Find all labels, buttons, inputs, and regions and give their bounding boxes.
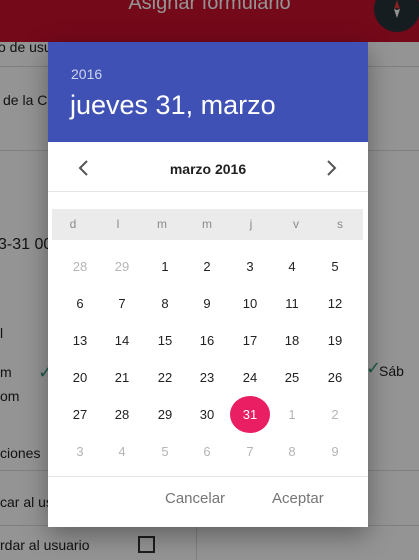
day-cell[interactable]: 2 xyxy=(315,396,355,433)
day-cell[interactable]: 7 xyxy=(102,285,142,322)
day-cell[interactable]: 29 xyxy=(102,248,142,285)
selected-year[interactable]: 2016 xyxy=(71,66,102,82)
day-cell[interactable]: 28 xyxy=(60,248,100,285)
divider xyxy=(48,191,368,192)
day-cell[interactable]: 7 xyxy=(230,433,270,470)
weekday-header: d l m m j v s xyxy=(52,209,363,240)
date-picker-header: 2016 jueves 31, marzo xyxy=(48,42,368,142)
day-number: 31 xyxy=(242,407,258,422)
day-cell[interactable]: 9 xyxy=(315,433,355,470)
day-cell[interactable]: 9 xyxy=(187,285,227,322)
day-cell[interactable]: 27 xyxy=(60,396,100,433)
selected-date-title[interactable]: jueves 31, marzo xyxy=(70,90,276,121)
day-cell[interactable]: 1 xyxy=(145,248,185,285)
accept-button[interactable]: Aceptar xyxy=(272,490,324,507)
day-cell[interactable]: 8 xyxy=(145,285,185,322)
day-cell[interactable]: 5 xyxy=(315,248,355,285)
weekday-label: j xyxy=(249,217,253,231)
day-cell[interactable]: 24 xyxy=(230,359,270,396)
weekday-label: s xyxy=(337,217,343,231)
day-cell[interactable]: 8 xyxy=(272,433,312,470)
chevron-right-icon xyxy=(327,160,337,176)
day-cell[interactable]: 19 xyxy=(315,322,355,359)
day-cell[interactable]: 23 xyxy=(187,359,227,396)
day-cell[interactable]: 3 xyxy=(60,433,100,470)
day-cell[interactable]: 11 xyxy=(272,285,312,322)
day-cell[interactable]: 10 xyxy=(230,285,270,322)
day-cell[interactable]: 6 xyxy=(187,433,227,470)
day-cell[interactable]: 6 xyxy=(60,285,100,322)
day-cell[interactable]: 29 xyxy=(145,396,185,433)
day-cell[interactable]: 13 xyxy=(60,322,100,359)
day-cell[interactable]: 17 xyxy=(230,322,270,359)
selected-day-cell[interactable]: 31 xyxy=(230,396,270,433)
day-cell[interactable]: 4 xyxy=(272,248,312,285)
day-cell[interactable]: 14 xyxy=(102,322,142,359)
divider xyxy=(48,476,368,477)
weekday-label: d xyxy=(69,217,77,231)
weekday-label: v xyxy=(293,217,299,231)
day-cell[interactable]: 28 xyxy=(102,396,142,433)
day-cell[interactable]: 1 xyxy=(272,396,312,433)
day-cell[interactable]: 3 xyxy=(230,248,270,285)
weekday-label: m xyxy=(157,217,167,231)
day-cell[interactable]: 20 xyxy=(60,359,100,396)
day-cell[interactable]: 25 xyxy=(272,359,312,396)
day-cell[interactable]: 5 xyxy=(145,433,185,470)
day-cell[interactable]: 22 xyxy=(145,359,185,396)
day-cell[interactable]: 4 xyxy=(102,433,142,470)
day-cell[interactable]: 18 xyxy=(272,322,312,359)
date-picker-dialog: 2016 jueves 31, marzo marzo 2016 d l m m… xyxy=(48,42,368,527)
day-cell[interactable]: 16 xyxy=(187,322,227,359)
day-cell[interactable]: 12 xyxy=(315,285,355,322)
next-month-button[interactable] xyxy=(320,155,344,181)
cancel-button[interactable]: Cancelar xyxy=(165,490,225,507)
day-cell[interactable]: 30 xyxy=(187,396,227,433)
weekday-label: l xyxy=(116,217,120,231)
day-cell[interactable]: 26 xyxy=(315,359,355,396)
day-cell[interactable]: 15 xyxy=(145,322,185,359)
weekday-label: m xyxy=(202,217,212,231)
day-cell[interactable]: 2 xyxy=(187,248,227,285)
day-cell[interactable]: 21 xyxy=(102,359,142,396)
